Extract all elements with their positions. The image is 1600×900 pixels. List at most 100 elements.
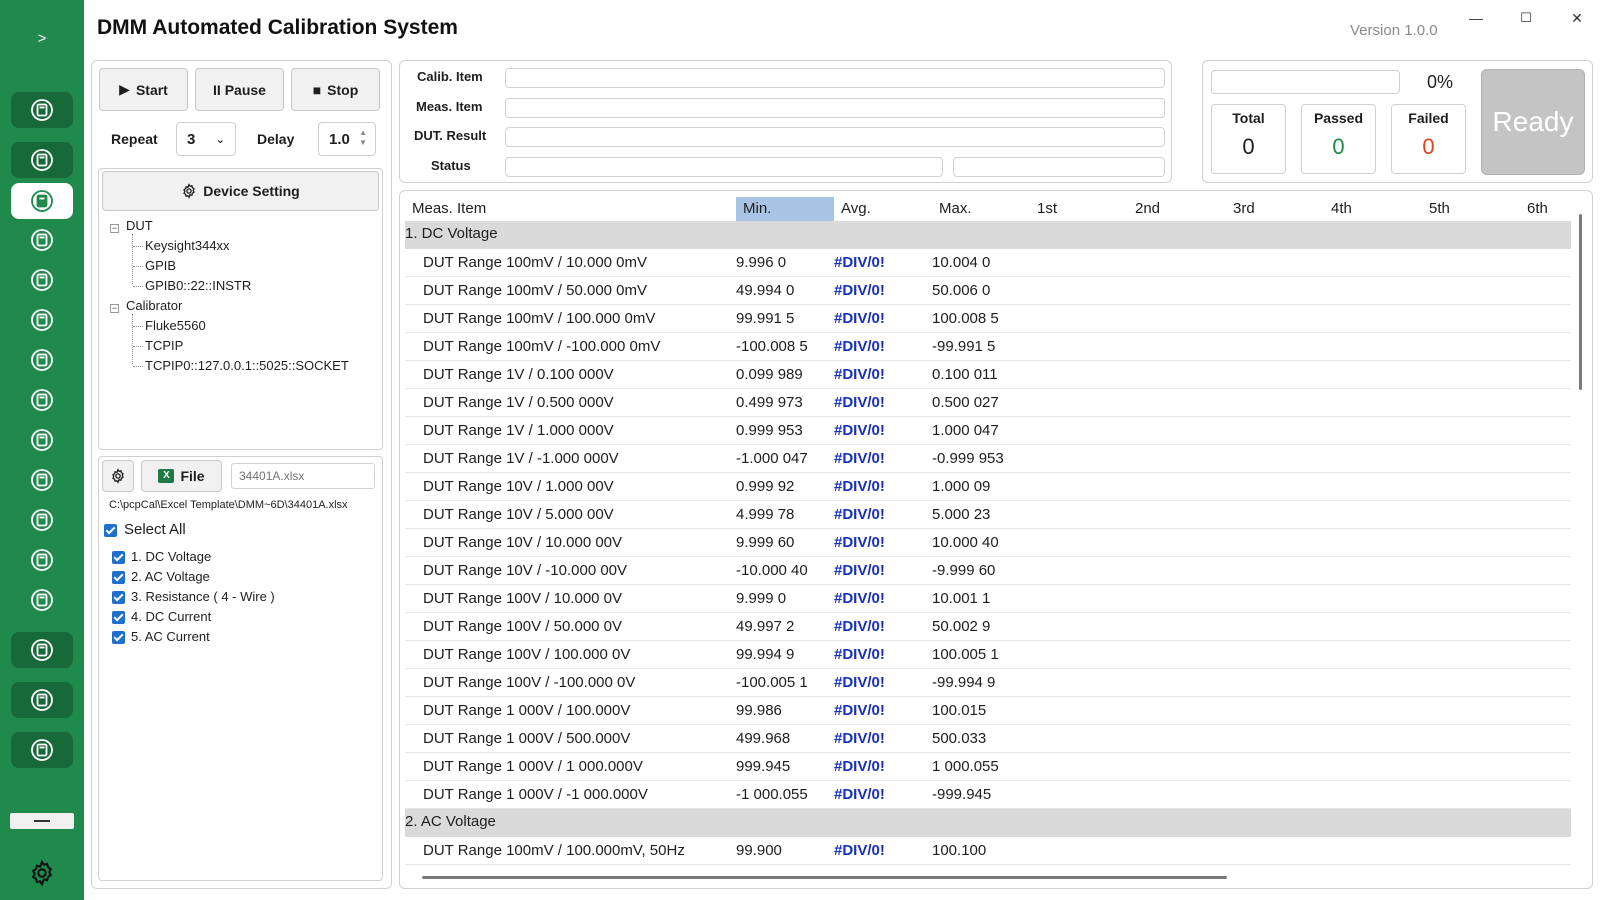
stop-button[interactable]: ■ Stop bbox=[291, 68, 380, 111]
vertical-scrollbar[interactable] bbox=[1579, 214, 1582, 390]
probe-icon bbox=[31, 689, 53, 711]
scope-icon bbox=[31, 429, 53, 451]
dut-result-field bbox=[505, 127, 1165, 147]
nav-button-12[interactable] bbox=[11, 542, 73, 578]
pause-button[interactable]: II Pause bbox=[195, 68, 284, 111]
device-setting-button[interactable]: Device Setting bbox=[102, 171, 379, 211]
nav-button-7[interactable] bbox=[11, 342, 73, 378]
calib-item-field bbox=[505, 68, 1165, 88]
tree-node-cal-address[interactable]: TCPIP0::127.0.0.1::5025::SOCKET bbox=[145, 358, 349, 373]
progress-percent: 0% bbox=[1427, 72, 1454, 92]
maximize-button[interactable]: ☐ bbox=[1508, 8, 1544, 28]
cell-avg: #DIV/0! bbox=[834, 394, 885, 411]
cell-max: 100.005 1 bbox=[932, 646, 999, 663]
nav-button-8[interactable] bbox=[11, 382, 73, 418]
table-row[interactable]: DUT Range 100V / -100.000 0V -100.005 1 #D… bbox=[405, 669, 1571, 697]
table-row[interactable]: DUT Range 10V / -10.000 00V -10.000 40 #DI… bbox=[405, 557, 1571, 585]
column-header[interactable]: 4th bbox=[1324, 197, 1422, 221]
cell-max: 1.000 047 bbox=[932, 422, 999, 439]
cell-min: 0.999 953 bbox=[736, 422, 803, 439]
minimize-button[interactable]: — bbox=[1458, 8, 1494, 28]
table-row[interactable]: DUT Range 1V / 0.500 000V 0.499 973 #DIV/0… bbox=[405, 389, 1571, 417]
file-name-input[interactable] bbox=[231, 463, 375, 489]
column-header[interactable]: Avg. bbox=[834, 197, 932, 221]
nav-button-1[interactable] bbox=[11, 92, 73, 128]
horizontal-scrollbar[interactable] bbox=[422, 876, 1227, 879]
cell-avg: #DIV/0! bbox=[834, 758, 885, 775]
table-row[interactable]: DUT Range 1 000V / 1 000.000V 999.945 #DIV… bbox=[405, 753, 1571, 781]
table-row[interactable]: DUT Range 1 000V / -1 000.000V -1 000.055… bbox=[405, 781, 1571, 809]
table-row[interactable]: DUT Range 10V / 10.000 00V 9.999 60 #DIV/0… bbox=[405, 529, 1571, 557]
item-checkbox[interactable] bbox=[112, 611, 125, 624]
select-all-checkbox[interactable] bbox=[104, 524, 117, 537]
tree-node-cal-model[interactable]: Fluke5560 bbox=[145, 318, 206, 333]
cell-min: -10.000 40 bbox=[736, 562, 808, 579]
cell-avg: #DIV/0! bbox=[834, 534, 885, 551]
table-row[interactable]: DUT Range 100mV / 10.000 0mV 9.996 0 #DIV/… bbox=[405, 249, 1571, 277]
nav-button-10[interactable] bbox=[11, 462, 73, 498]
tree-node-dut-model[interactable]: Keysight344xx bbox=[145, 238, 230, 253]
delay-spinner[interactable]: 1.0 ▲ ▼ bbox=[318, 122, 376, 156]
table-row[interactable]: DUT Range 100V / 50.000 0V 49.997 2 #DIV/0… bbox=[405, 613, 1571, 641]
table-row[interactable]: DUT Range 1V / 0.100 000V 0.099 989 #DIV/0… bbox=[405, 361, 1571, 389]
cell-meas-item: DUT Range 10V / 10.000 00V bbox=[423, 534, 623, 551]
tree-node-dut-address[interactable]: GPIB0::22::INSTR bbox=[145, 278, 251, 293]
column-header[interactable]: 6th bbox=[1520, 197, 1571, 221]
nav-button-6[interactable] bbox=[11, 302, 73, 338]
nav-button-3[interactable] bbox=[11, 183, 73, 219]
file-button[interactable]: X File bbox=[141, 460, 222, 492]
table-row[interactable]: DUT Range 10V / 1.000 00V 0.999 92 #DIV/0!… bbox=[405, 473, 1571, 501]
collapse-toggle[interactable]: − bbox=[110, 304, 119, 313]
settings-gear-icon[interactable] bbox=[28, 859, 56, 887]
nav-button-4[interactable] bbox=[11, 222, 73, 258]
item-checkbox[interactable] bbox=[112, 551, 125, 564]
close-button[interactable]: ✕ bbox=[1559, 8, 1595, 28]
gear-icon bbox=[112, 468, 124, 484]
nav-button-13[interactable] bbox=[11, 582, 73, 618]
table-row[interactable]: DUT Range 1 000V / 100.000V 99.986 #DIV/0!… bbox=[405, 697, 1571, 725]
item-checkbox[interactable] bbox=[112, 631, 125, 644]
item-checkbox[interactable] bbox=[112, 591, 125, 604]
item-checkbox[interactable] bbox=[112, 571, 125, 584]
grid-header: Meas. Item Min. Avg. Max. 1st 2nd 3rd 4th 5th 6th bbox=[405, 197, 1571, 221]
nav-button-5[interactable] bbox=[11, 262, 73, 298]
table-row[interactable]: DUT Range 1 000V / 500.000V 499.968 #DIV/0… bbox=[405, 725, 1571, 753]
collapse-bar[interactable] bbox=[10, 813, 74, 829]
file-settings-button[interactable] bbox=[102, 460, 134, 492]
table-row[interactable]: DUT Range 100V / 10.000 0V 9.999 0 #DIV/0!… bbox=[405, 585, 1571, 613]
table-row[interactable]: DUT Range 100mV / -100.000 0mV -100.008 5… bbox=[405, 333, 1571, 361]
table-row[interactable]: DUT Range 100mV / 100.000 0mV 99.991 5 #DI… bbox=[405, 305, 1571, 333]
tree-node-cal-interface[interactable]: TCPIP bbox=[145, 338, 183, 353]
column-header[interactable]: 2nd bbox=[1128, 197, 1226, 221]
column-header[interactable]: Meas. Item bbox=[405, 197, 736, 221]
nav-button-15[interactable] bbox=[11, 682, 73, 718]
table-row[interactable]: DUT Range 10V / 5.000 00V 4.999 78 #DIV/0!… bbox=[405, 501, 1571, 529]
tree-node-dut-interface[interactable]: GPIB bbox=[145, 258, 176, 273]
column-header[interactable]: Min. bbox=[736, 197, 834, 221]
table-row[interactable]: DUT Range 100mV / 100.000mV, 50Hz 99.900 #… bbox=[405, 837, 1571, 865]
nav-button-14[interactable] bbox=[11, 632, 73, 668]
nav-button-2[interactable] bbox=[11, 142, 73, 178]
nav-button-11[interactable] bbox=[11, 502, 73, 538]
table-row[interactable]: DUT Range 1V / 1.000 000V 0.999 953 #DIV/0… bbox=[405, 417, 1571, 445]
nav-button-9[interactable] bbox=[11, 422, 73, 458]
column-header[interactable]: Max. bbox=[932, 197, 1030, 221]
cell-avg: #DIV/0! bbox=[834, 590, 885, 607]
table-row[interactable]: DUT Range 1V / -1.000 000V -1.000 047 #DIV… bbox=[405, 445, 1571, 473]
cell-meas-item: DUT Range 100mV / 100.000mV, 50Hz bbox=[423, 842, 685, 859]
nav-button-16[interactable] bbox=[11, 732, 73, 768]
category-row[interactable]: 1. DC Voltage bbox=[405, 221, 1571, 249]
tree-node-calibrator[interactable]: Calibrator bbox=[126, 298, 182, 313]
repeat-select[interactable]: 3 ⌄ bbox=[176, 122, 236, 156]
expand-nav-button[interactable]: > bbox=[0, 30, 84, 47]
tree-node-dut[interactable]: DUT bbox=[126, 218, 153, 233]
cell-max: 100.008 5 bbox=[932, 310, 999, 327]
category-row[interactable]: 2. AC Voltage bbox=[405, 809, 1571, 837]
column-header[interactable]: 3rd bbox=[1226, 197, 1324, 221]
column-header[interactable]: 1st bbox=[1030, 197, 1128, 221]
column-header[interactable]: 5th bbox=[1422, 197, 1520, 221]
collapse-toggle[interactable]: − bbox=[110, 224, 119, 233]
table-row[interactable]: DUT Range 100mV / 50.000 0mV 49.994 0 #DIV… bbox=[405, 277, 1571, 305]
start-button[interactable]: ▶ Start bbox=[99, 68, 188, 111]
table-row[interactable]: DUT Range 100V / 100.000 0V 99.994 9 #DIV/… bbox=[405, 641, 1571, 669]
